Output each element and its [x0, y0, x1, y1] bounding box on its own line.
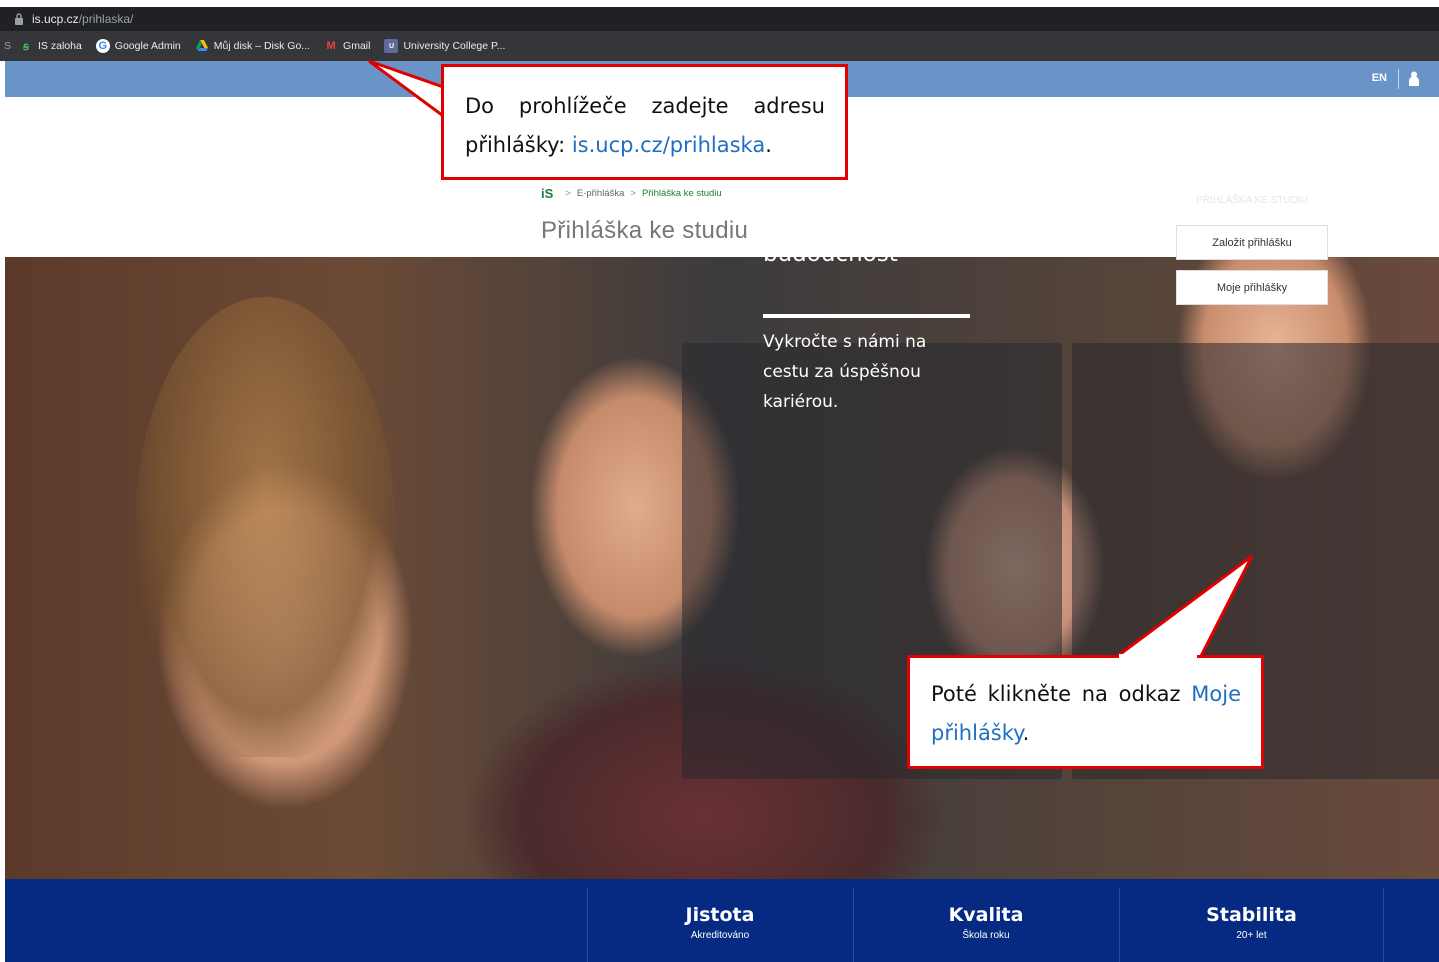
url-host: is.ucp.cz	[32, 12, 79, 26]
value-subtitle: Akreditováno	[690, 930, 750, 941]
language-switch[interactable]: EN	[1372, 72, 1387, 84]
hero-title: Volba, která mění budoucnost	[763, 202, 966, 267]
lock-icon	[15, 13, 23, 25]
bookmark-stub[interactable]: S	[4, 40, 11, 52]
breadcrumb-item-current: Přihláška ke studiu	[641, 188, 722, 199]
bookmark-label: Gmail	[343, 40, 371, 52]
bookmarks-bar: S ꞩ IS zaloha G Google Admin Můj disk – …	[0, 31, 1439, 61]
value-item: Stabilita 20+ let	[1119, 888, 1384, 962]
values-strip: Jistota Akreditováno Kvalita Škola roku …	[5, 879, 1439, 962]
google-drive-icon	[195, 40, 208, 51]
bookmark-gmail[interactable]: M Gmail	[324, 39, 370, 53]
google-icon: G	[95, 39, 110, 53]
breadcrumb-item-e-prihlaska[interactable]: E-přihláška	[577, 188, 625, 199]
apply-heading: PŘIHLÁŠKA KE STUDIU	[1196, 195, 1308, 206]
callout-text-end: .	[1022, 721, 1030, 745]
bookmark-is-zaloha[interactable]: ꞩ IS zaloha	[19, 39, 82, 53]
my-applications-button[interactable]: Moje přihlášky	[1176, 270, 1328, 305]
create-application-button[interactable]: Založit přihlášku	[1176, 225, 1328, 260]
is-logo[interactable]: iS	[541, 186, 553, 201]
browser-url-bar[interactable]: is.ucp.cz/prihlaska/	[0, 7, 1439, 31]
callout-text: Poté klikněte na odkaz	[931, 682, 1192, 706]
url-path: /prihlaska/	[78, 12, 134, 26]
bookmark-label: IS zaloha	[38, 40, 82, 52]
bookmark-label: University College P...	[403, 40, 506, 52]
bookmark-ucp[interactable]: U University College P...	[384, 39, 505, 53]
ucp-icon: U	[384, 39, 399, 53]
hero-banner	[5, 257, 1439, 879]
gmail-icon: M	[326, 40, 336, 52]
hero-divider	[763, 314, 970, 318]
value-item: Jistota Akreditováno	[587, 888, 852, 962]
is-logo-icon: ꞩ	[23, 40, 29, 53]
page-title: Přihláška ke studiu	[541, 217, 749, 244]
instruction-callout-address: Do prohlížeče zadejte adresu přihlášky: …	[441, 64, 848, 180]
bookmark-google-admin[interactable]: G Google Admin	[95, 39, 181, 53]
bookmark-label: Google Admin	[114, 40, 181, 52]
value-subtitle: 20+ let	[1236, 930, 1267, 941]
value-title: Stabilita	[1206, 904, 1297, 926]
bookmark-label: Můj disk – Disk Go...	[213, 40, 311, 52]
header-divider	[1398, 69, 1399, 89]
chevron-right-icon: >	[630, 188, 636, 199]
value-item: Kvalita Škola roku	[853, 888, 1118, 962]
hero-subtitle: Vykročte s námi na cestu za úspěšnou kar…	[763, 332, 927, 412]
callout-link-address: is.ucp.cz/prihlaska	[571, 133, 766, 157]
breadcrumb: iS > E-přihláška > Přihláška ke studiu	[541, 186, 722, 201]
value-subtitle: Škola roku	[962, 930, 1010, 941]
value-title: Jistota	[685, 904, 755, 926]
instruction-callout-my-applications: Poté klikněte na odkaz Moje přihlášky.	[907, 655, 1264, 769]
callout-text-end: .	[765, 133, 772, 157]
bookmark-google-drive[interactable]: Můj disk – Disk Go...	[195, 39, 310, 53]
value-title: Kvalita	[948, 904, 1024, 926]
user-icon[interactable]	[1408, 71, 1420, 86]
hero-photo-detail	[135, 297, 395, 757]
chevron-right-icon: >	[565, 188, 571, 199]
